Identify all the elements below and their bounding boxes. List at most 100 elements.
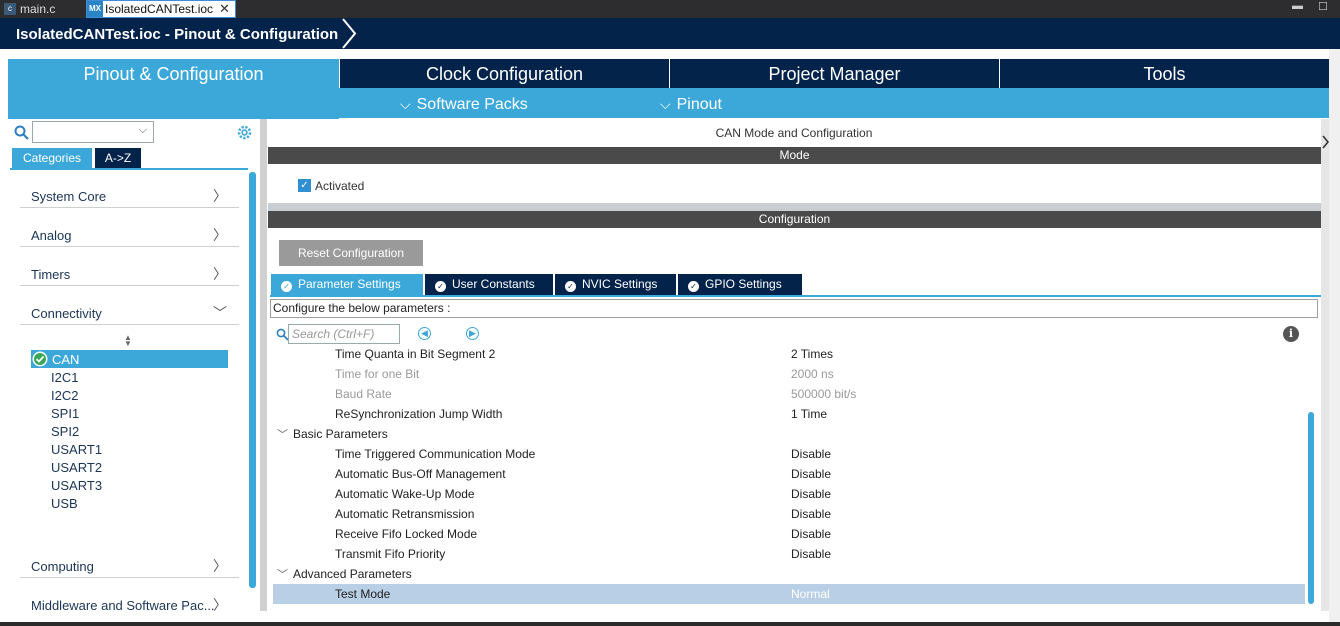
param-row[interactable]: Automatic Retransmission Disable bbox=[273, 504, 1305, 524]
gear-icon[interactable] bbox=[236, 124, 253, 141]
reset-configuration-button[interactable]: Reset Configuration bbox=[279, 240, 423, 266]
close-icon[interactable]: ✕ bbox=[219, 1, 230, 17]
param-name: Automatic Bus-Off Management bbox=[335, 467, 506, 481]
param-row-selected[interactable]: Test Mode Normal bbox=[273, 584, 1305, 604]
param-group-advanced[interactable]: ﹀ Advanced Parameters bbox=[273, 564, 1305, 584]
param-value: 2000 ns bbox=[791, 367, 834, 381]
peripheral-usart3[interactable]: USART3 bbox=[51, 478, 102, 493]
chevron-down-icon: ﹀ bbox=[277, 569, 288, 581]
param-value: Disable bbox=[791, 527, 832, 541]
chevron-right-icon: 〉 bbox=[213, 266, 227, 282]
info-icon[interactable]: i bbox=[1283, 326, 1299, 342]
next-match-icon[interactable]: ▶ bbox=[466, 327, 479, 340]
tab-user-constants[interactable]: ✓ User Constants bbox=[425, 274, 553, 295]
software-packs-menu[interactable]: ⌵ Software Packs bbox=[400, 96, 528, 114]
peripheral-usart1[interactable]: USART1 bbox=[51, 442, 102, 457]
tab-parameter-settings[interactable]: ✓ Parameter Settings bbox=[271, 274, 423, 295]
param-name: Automatic Wake-Up Mode bbox=[335, 487, 475, 501]
peripheral-i2c1[interactable]: I2C1 bbox=[51, 370, 78, 385]
param-name: Time Triggered Communication Mode bbox=[335, 447, 536, 461]
tab-label: Project Manager bbox=[768, 64, 901, 84]
tab-label: Tools bbox=[1143, 64, 1186, 84]
param-group-basic[interactable]: ﹀ Basic Parameters bbox=[273, 424, 1305, 444]
bottom-border bbox=[0, 622, 1340, 626]
category-system-core[interactable]: System Core 〉 bbox=[20, 178, 239, 208]
tab-label: User Constants bbox=[452, 277, 535, 291]
param-value[interactable]: Normal bbox=[791, 587, 830, 601]
param-name: Time for one Bit bbox=[335, 367, 420, 381]
param-value: Disable bbox=[791, 547, 832, 561]
param-row[interactable]: Automatic Wake-Up Mode Disable bbox=[273, 484, 1305, 504]
tab-tools[interactable]: Tools bbox=[1000, 59, 1329, 88]
parameter-scrollbar[interactable] bbox=[1308, 412, 1314, 604]
param-name: Transmit Fifo Priority bbox=[335, 547, 446, 561]
maximize-icon[interactable]: ☐ bbox=[1318, 0, 1328, 13]
collapse-arrow-icon[interactable] bbox=[1321, 134, 1329, 150]
tab-categories[interactable]: Categories bbox=[12, 148, 92, 168]
param-name: Automatic Retransmission bbox=[335, 507, 475, 521]
activated-checkbox[interactable]: ✓ bbox=[298, 179, 311, 192]
right-edge-panel bbox=[1329, 49, 1340, 622]
tab-a-to-z[interactable]: A->Z bbox=[95, 148, 141, 168]
tab-project-manager[interactable]: Project Manager bbox=[670, 59, 999, 88]
minimize-icon[interactable]: ▬ bbox=[1292, 0, 1303, 12]
param-name: ReSynchronization Jump Width bbox=[335, 407, 503, 421]
category-timers[interactable]: Timers 〉 bbox=[20, 256, 239, 286]
category-label: Timers bbox=[31, 267, 71, 282]
editor-tab-ioc[interactable]: MX IsolatedCANTest.ioc ✕ bbox=[86, 0, 236, 18]
category-middleware[interactable]: Middleware and Software Pac... 〉 bbox=[20, 587, 239, 617]
peripheral-can[interactable]: CAN bbox=[52, 352, 79, 367]
chevron-right-icon: 〉 bbox=[213, 227, 227, 243]
tab-underline bbox=[270, 295, 1321, 297]
category-analog[interactable]: Analog 〉 bbox=[20, 217, 239, 247]
peripheral-spi1[interactable]: SPI1 bbox=[51, 406, 79, 421]
group-label: Advanced Parameters bbox=[293, 567, 412, 581]
peripheral-usb[interactable]: USB bbox=[51, 496, 78, 511]
panel-splitter[interactable] bbox=[1321, 119, 1329, 611]
chevron-right-icon: 〉 bbox=[213, 597, 227, 613]
chevron-down-icon: ⌵ bbox=[660, 96, 671, 112]
peripheral-i2c2[interactable]: I2C2 bbox=[51, 388, 78, 403]
category-label: Middleware and Software Pac... bbox=[31, 598, 215, 613]
param-name: Baud Rate bbox=[335, 387, 392, 401]
mx-icon: MX bbox=[87, 1, 103, 17]
tab-label: Clock Configuration bbox=[425, 64, 584, 84]
check-circle-icon: ✓ bbox=[688, 281, 699, 292]
search-icon bbox=[14, 125, 29, 140]
category-label: Connectivity bbox=[31, 306, 102, 321]
category-search-input[interactable]: ⌵ bbox=[32, 121, 154, 143]
left-scrollbar[interactable] bbox=[249, 172, 256, 588]
tab-label: NVIC Settings bbox=[582, 277, 658, 291]
menu-label: Pinout bbox=[676, 96, 722, 113]
tab-label: Parameter Settings bbox=[298, 277, 401, 291]
tab-gpio-settings[interactable]: ✓ GPIO Settings bbox=[678, 274, 802, 295]
check-circle-icon: ✓ bbox=[565, 281, 576, 292]
param-row[interactable]: Receive Fifo Locked Mode Disable bbox=[273, 524, 1305, 544]
tab-clock-configuration[interactable]: Clock Configuration bbox=[340, 59, 669, 88]
peripheral-usart2[interactable]: USART2 bbox=[51, 460, 102, 475]
panel-title: CAN Mode and Configuration bbox=[715, 126, 873, 140]
parameter-search-input[interactable]: Search (Ctrl+F) bbox=[288, 324, 400, 344]
pinout-menu[interactable]: ⌵ Pinout bbox=[660, 96, 722, 114]
category-connectivity[interactable]: Connectivity ﹀ bbox=[20, 295, 239, 325]
param-row[interactable]: ReSynchronization Jump Width 1 Time bbox=[273, 404, 1305, 424]
param-value: 2 Times bbox=[791, 347, 834, 361]
param-name: Test Mode bbox=[335, 587, 391, 601]
tab-nvic-settings[interactable]: ✓ NVIC Settings bbox=[555, 274, 676, 295]
chevron-right-icon: 〉 bbox=[213, 188, 227, 204]
param-row[interactable]: Automatic Bus-Off Management Disable bbox=[273, 464, 1305, 484]
tab-label: GPIO Settings bbox=[705, 277, 782, 291]
category-label: Analog bbox=[31, 228, 72, 243]
param-row[interactable]: Time Triggered Communication Mode Disable bbox=[273, 444, 1305, 464]
category-computing[interactable]: Computing 〉 bbox=[20, 548, 239, 578]
configure-label: Configure the below parameters : bbox=[270, 299, 1318, 318]
editor-tab-main-c[interactable]: c main.c bbox=[4, 0, 55, 18]
param-row[interactable]: Transmit Fifo Priority Disable bbox=[273, 544, 1305, 564]
previous-match-icon[interactable]: ◀ bbox=[418, 327, 431, 340]
breadcrumb-arrow-icon bbox=[342, 18, 357, 49]
panel-splitter[interactable] bbox=[260, 119, 267, 611]
tab-label: Categories bbox=[22, 151, 82, 165]
param-row[interactable]: Time Quanta in Bit Segment 2 2 Times bbox=[273, 344, 1305, 364]
sort-icon[interactable]: ▲ ▼ bbox=[124, 334, 132, 348]
peripheral-spi2[interactable]: SPI2 bbox=[51, 424, 79, 439]
